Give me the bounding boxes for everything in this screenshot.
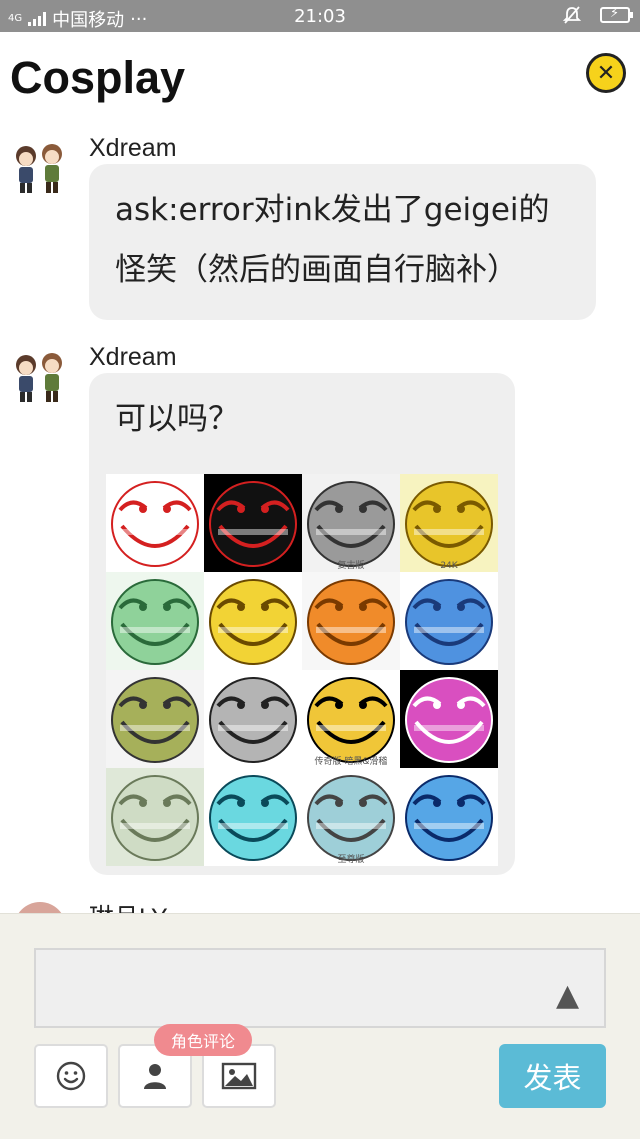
grid-face-cell: 复古版 — [302, 474, 400, 572]
grid-face-cell — [400, 768, 498, 866]
smiley-face-image — [400, 768, 498, 866]
message-text-line: ask:error对ink发出了geigei的 — [115, 192, 550, 228]
grid-face-cell: 传奇版 暗黑&滑稽 — [302, 670, 400, 768]
smiley-face-image — [106, 670, 204, 768]
smiley-face-image — [302, 572, 400, 670]
grid-face-cell — [106, 670, 204, 768]
avatar[interactable] — [8, 138, 70, 200]
grid-face-cell: 24K — [400, 474, 498, 572]
grid-face-cell — [400, 670, 498, 768]
grid-face-caption: 至尊版 — [337, 855, 365, 865]
smiley-face-image — [204, 768, 302, 866]
role-comment-tag[interactable]: 角色评论 — [154, 1024, 252, 1056]
smiley-face-image — [204, 474, 302, 572]
grid-face-cell — [302, 572, 400, 670]
emoji-button[interactable] — [34, 1044, 108, 1108]
clock: 21:03 — [294, 6, 346, 27]
message-text: 可以吗？ — [115, 401, 239, 437]
smiley-face-image — [204, 670, 302, 768]
smiley-face-image — [204, 572, 302, 670]
grid-face-cell — [106, 474, 204, 572]
avatar-partial — [14, 902, 66, 913]
username: Xdream — [89, 343, 177, 371]
grid-face-cell — [106, 768, 204, 866]
close-icon: ✕ — [596, 60, 616, 86]
emoji-icon — [56, 1061, 86, 1091]
message-image[interactable]: 复古版 24K 传奇版 暗黑&滑稽 至尊版 — [106, 474, 498, 866]
close-button[interactable]: ✕ — [586, 53, 626, 93]
status-bar: 4G 中国移动 ··· 21:03 ⚡ — [0, 0, 640, 32]
grid-face-caption: 传奇版 暗黑&滑稽 — [314, 757, 388, 767]
username-partial: 琳且LY — [89, 898, 209, 913]
smiley-face-image — [400, 670, 498, 768]
status-right: ⚡ — [562, 5, 633, 25]
grid-face-cell — [204, 768, 302, 866]
message-bubble[interactable]: ask:error对ink发出了geigei的 怪笑（然后的画面自行脑补） — [89, 164, 596, 320]
publish-button[interactable]: 发表 — [499, 1044, 606, 1108]
grid-face-cell — [106, 572, 204, 670]
grid-face-cell — [400, 572, 498, 670]
smiley-face-image — [106, 474, 204, 572]
image-icon — [221, 1062, 257, 1090]
person-icon — [144, 1064, 166, 1089]
username: Xdream — [89, 134, 177, 162]
comment-input[interactable] — [34, 948, 606, 1028]
smiley-face-image — [400, 572, 498, 670]
grid-face-cell — [204, 670, 302, 768]
message-text-line: 怪笑（然后的画面自行脑补） — [115, 252, 518, 288]
smiley-face-image — [400, 474, 498, 572]
avatar[interactable] — [8, 347, 70, 409]
grid-face-caption: 复古版 — [337, 561, 365, 571]
mute-icon — [562, 6, 582, 24]
grid-face-caption: 24K — [440, 561, 458, 571]
battery-icon: ⚡ — [600, 6, 633, 23]
page-title: Cosplay — [10, 52, 186, 103]
smiley-face-image — [106, 572, 204, 670]
grid-face-cell — [204, 474, 302, 572]
send-arrow-icon[interactable]: ▲ — [556, 978, 579, 1013]
smiley-face-image — [106, 768, 204, 866]
grid-face-cell: 至尊版 — [302, 768, 400, 866]
username: 琳且LY — [89, 904, 168, 913]
grid-face-cell — [204, 572, 302, 670]
